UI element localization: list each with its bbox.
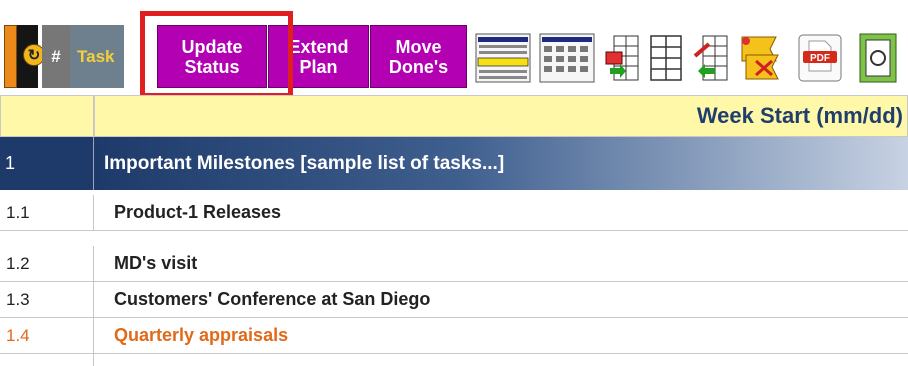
row-number: 1.1 [0,195,94,230]
pdf-export-icon[interactable]: PDF [797,30,843,86]
row-title: Customers' Conference at San Diego [114,289,431,309]
pdf-icon-label: PDF [810,53,830,64]
section-number: 1 [0,137,94,190]
row-number-clipped [0,354,94,366]
update-status-highlight [140,11,293,98]
orange-color-button[interactable] [4,25,17,88]
print-icon[interactable] [858,30,898,86]
move-dones-button[interactable]: Move Done's [370,25,467,88]
row-number: 1.2 [0,246,94,281]
table-row[interactable]: 1.3 Customers' Conference at San Diego [0,282,908,318]
table-row[interactable]: 1.1 Product-1 Releases [0,195,908,231]
table-row[interactable]: 1.4 Quarterly appraisals [0,318,908,354]
header-left-cell [0,95,94,137]
week-start-header: Week Start (mm/dd) [94,95,908,137]
section-title: Important Milestones [sample list of tas… [94,137,908,190]
calendar-grid-icon[interactable] [538,30,596,86]
row-number: 1.3 [0,282,94,317]
table-grid-icon[interactable] [649,30,683,86]
calendar-strip-icon[interactable] [474,30,532,86]
task-column-header: Task [70,25,124,88]
row-title: Product-1 Releases [114,202,282,222]
hash-column-header: # [42,25,70,88]
row-title: Quarterly appraisals [114,325,289,345]
table-row[interactable]: 1.2 MD's visit [0,246,908,282]
row-number: 1.4 [0,318,94,353]
insert-row-icon[interactable] [604,30,640,86]
cut-task-icon[interactable] [738,30,782,86]
move-row-icon[interactable] [691,30,729,86]
partial-row [0,354,908,366]
row-title: MD's visit [114,253,198,273]
